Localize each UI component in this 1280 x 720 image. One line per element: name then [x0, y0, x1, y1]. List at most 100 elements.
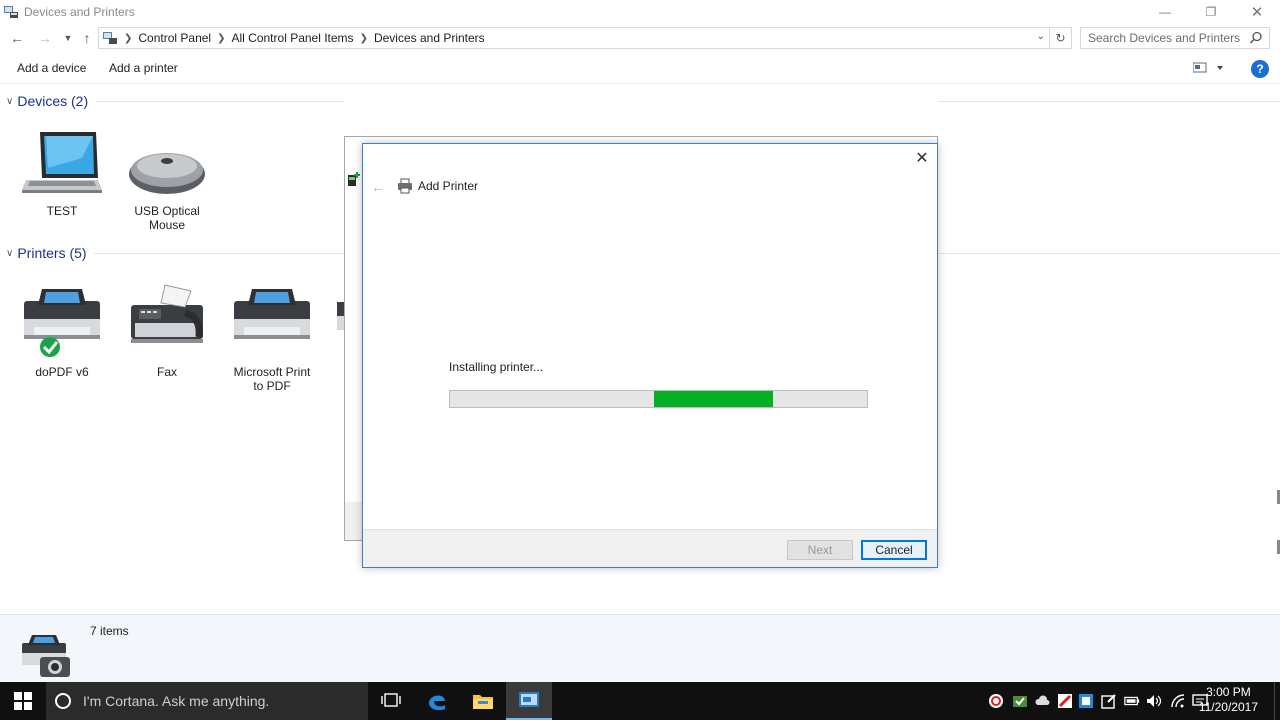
devices-printers-icon	[4, 6, 18, 18]
battery-icon	[1124, 696, 1140, 706]
details-pane: 7 items	[0, 614, 1280, 682]
wifi-icon	[1171, 694, 1185, 708]
breadcrumb-devices-printers[interactable]: Devices and Printers	[374, 31, 485, 45]
tray-app-icon[interactable]	[1078, 693, 1094, 709]
cloud-icon	[1035, 695, 1050, 705]
refresh-icon: ↻	[1055, 31, 1066, 45]
address-bar[interactable]: ❯ Control Panel ❯ All Control Panel Item…	[98, 27, 1050, 49]
dialog-close-button[interactable]: ✕	[913, 149, 931, 167]
change-view-button[interactable]	[1192, 62, 1223, 77]
task-view-icon	[381, 693, 401, 707]
antivirus-icon	[989, 694, 1003, 708]
printer-label: Microsoft Print to PDF	[233, 365, 311, 393]
help-button[interactable]: ?	[1251, 60, 1269, 78]
close-button[interactable]: ✕	[1234, 0, 1280, 24]
group-divider	[96, 101, 344, 102]
address-dropdown-icon[interactable]: ⌄	[1037, 31, 1045, 42]
file-explorer-taskbar-button[interactable]	[460, 682, 506, 720]
window-titlebar: Devices and Printers — ❐ ✕	[0, 0, 1280, 24]
back-button[interactable]: ←	[9, 30, 25, 46]
network-app-icon	[1079, 694, 1093, 708]
group-divider	[938, 253, 1280, 254]
speaker-icon	[1147, 695, 1162, 707]
control-panel-icon	[103, 32, 117, 44]
add-device-button[interactable]: Add a device	[17, 61, 86, 75]
install-progress-bar	[449, 390, 868, 408]
arrow-up-icon: ↑	[83, 30, 91, 46]
window-title: Devices and Printers	[24, 5, 135, 19]
device-item-test[interactable]: TEST	[18, 128, 106, 218]
task-view-button[interactable]	[368, 682, 414, 720]
navigation-bar: ← → ▼ ↑ ❯ Control Panel ❯ All Control Pa…	[0, 26, 1280, 50]
add-printer-dialog: ✕ ← Add Printer Installing printer... Ne…	[362, 143, 938, 568]
group-divider	[938, 101, 1280, 102]
cancel-button[interactable]: Cancel	[861, 540, 927, 560]
device-item-usb-mouse[interactable]: USB Optical Mouse	[123, 128, 211, 232]
tray-app-icon[interactable]	[988, 693, 1004, 709]
arrow-left-icon: ←	[371, 179, 385, 195]
devices-group-title: Devices (2)	[17, 93, 89, 109]
refresh-button[interactable]: ↻	[1050, 27, 1072, 49]
printer-item-dopdf[interactable]: doPDF v6	[18, 283, 106, 379]
command-bar: Add a device Add a printer ?	[0, 54, 1280, 84]
breadcrumb-all-items[interactable]: All Control Panel Items	[232, 31, 354, 45]
chevron-right-icon: ❯	[359, 32, 368, 44]
devices-group-header[interactable]: ∨ Devices (2)	[6, 93, 88, 109]
volume-tray-icon[interactable]	[1146, 693, 1162, 709]
restore-button[interactable]: ❐	[1188, 0, 1234, 24]
next-button[interactable]: Next	[787, 540, 853, 560]
power-tray-icon[interactable]	[1124, 693, 1140, 709]
folder-icon	[473, 695, 493, 709]
printer-item-fax[interactable]: Fax	[123, 283, 211, 379]
install-status-text: Installing printer...	[449, 360, 544, 374]
add-device-wizard-icon	[348, 172, 360, 186]
search-input[interactable]: Search Devices and Printers	[1080, 27, 1270, 49]
recent-locations-button[interactable]: ▼	[60, 30, 76, 46]
add-printer-button[interactable]: Add a printer	[109, 61, 178, 75]
device-label: TEST	[46, 204, 78, 218]
dialog-back-button[interactable]: ←	[371, 179, 385, 195]
up-button[interactable]: ↑	[79, 30, 95, 46]
group-divider	[94, 253, 344, 254]
forward-button[interactable]: →	[37, 30, 53, 46]
onedrive-tray-icon[interactable]	[1035, 693, 1051, 709]
dialog-footer: Next Cancel	[363, 529, 937, 567]
start-button[interactable]	[0, 682, 46, 720]
control-panel-icon	[519, 692, 539, 707]
close-icon: ✕	[915, 150, 929, 167]
tray-app-icon[interactable]	[1101, 693, 1117, 709]
minimize-button[interactable]: —	[1142, 0, 1188, 24]
breadcrumb-control-panel[interactable]: Control Panel	[138, 31, 211, 45]
tray-app-icon[interactable]	[1012, 693, 1028, 709]
device-label: USB Optical Mouse	[134, 204, 200, 232]
cortana-icon	[55, 693, 71, 709]
network-tray-icon[interactable]	[1170, 693, 1186, 709]
taskbar-clock[interactable]: 3:00 PM 11/20/2017	[1199, 685, 1258, 715]
control-panel-taskbar-button[interactable]	[506, 682, 552, 720]
show-desktop-button[interactable]	[1274, 682, 1280, 720]
edge-taskbar-button[interactable]	[414, 682, 460, 720]
printers-group-header[interactable]: ∨ Printers (5)	[6, 245, 87, 261]
scroll-edge	[1274, 490, 1280, 590]
arrow-left-icon: ←	[10, 30, 24, 46]
cortana-search-box[interactable]: I'm Cortana. Ask me anything.	[46, 682, 368, 720]
item-count: 7 items	[90, 624, 129, 638]
printer-icon	[398, 178, 412, 194]
chevron-right-icon: ❯	[124, 32, 133, 44]
chevron-right-icon: ❯	[217, 32, 226, 44]
chevron-down-icon: ▼	[63, 33, 73, 43]
close-icon: ✕	[1250, 4, 1264, 21]
restore-icon: ❐	[1205, 5, 1217, 19]
cortana-placeholder: I'm Cortana. Ask me anything.	[83, 693, 270, 709]
printers-group-title: Printers (5)	[17, 245, 87, 261]
chevron-down-icon: ∨	[6, 95, 14, 107]
tray-app-icon[interactable]	[1057, 693, 1073, 709]
progress-fill	[654, 391, 774, 407]
printer-item-microsoft-print-to-pdf[interactable]: Microsoft Print to PDF	[228, 283, 316, 393]
help-icon: ?	[1256, 62, 1264, 76]
laptop-icon	[22, 132, 102, 193]
search-icon	[1249, 31, 1262, 44]
printer-camera-icon	[22, 635, 70, 677]
windows-logo-icon	[14, 692, 32, 710]
tool-icon	[1058, 694, 1072, 708]
